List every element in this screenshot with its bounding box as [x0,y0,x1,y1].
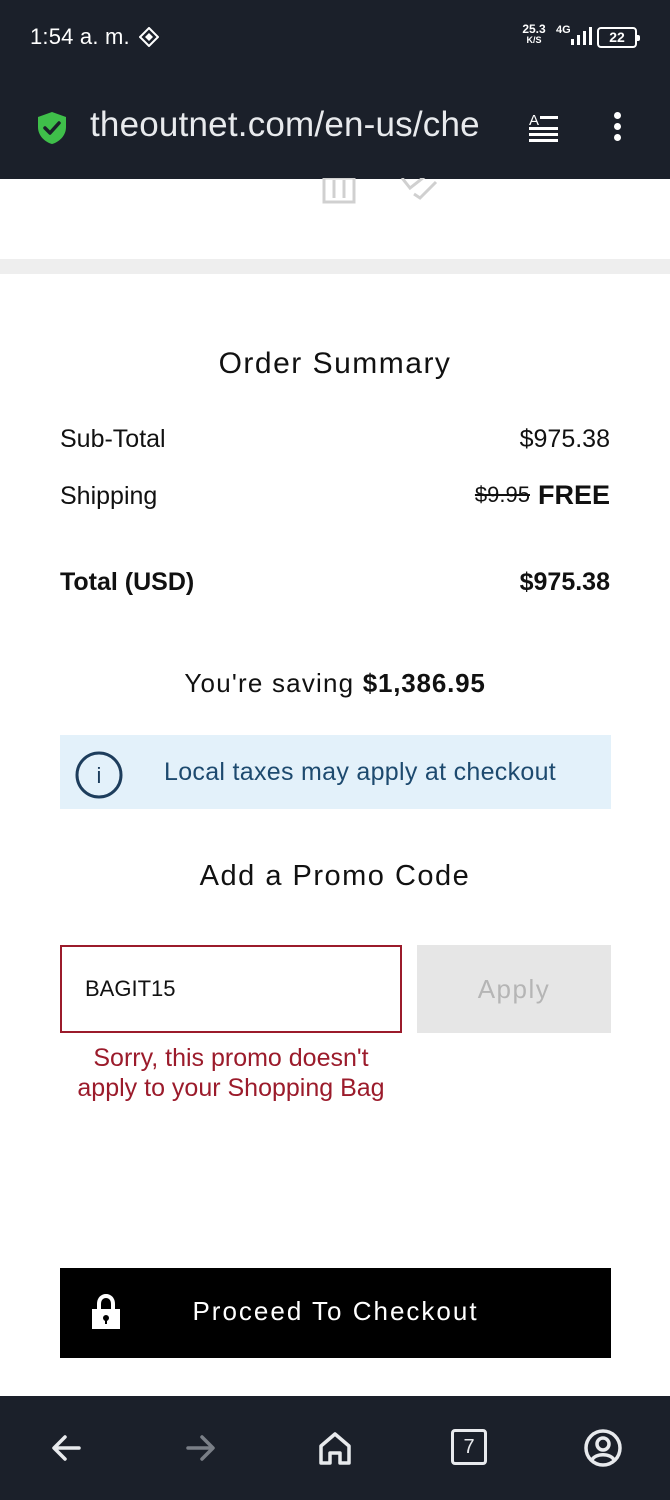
savings-amount: $1,386.95 [362,668,486,698]
shipping-free-label: FREE [537,480,610,510]
tab-switcher-button[interactable]: 7 [451,1429,487,1465]
promo-code-input[interactable] [60,945,402,1033]
total-label: Total (USD) [60,568,195,596]
status-bar: 1:54 a. m. 25.3 K/S 4G 22 [0,0,670,78]
bag-item-actions-partial [322,178,438,204]
forward-arrow-icon[interactable] [178,1426,222,1470]
tax-notice-text: Local taxes may apply at checkout [164,758,557,786]
back-arrow-icon[interactable] [45,1426,89,1470]
savings-text: You're saving $1,386.95 [184,668,486,698]
lock-icon [92,1294,120,1329]
promo-code-title: Add a Promo Code [199,860,471,892]
proceed-to-checkout-button[interactable] [60,1268,611,1358]
order-summary-title: Order Summary [218,347,452,380]
network-type: 4G [556,24,571,36]
section-divider [0,259,670,274]
network-speed: 25.3 K/S [522,22,546,45]
status-time: 1:54 a. m. [30,24,130,49]
svg-text:i: i [97,763,102,788]
translate-icon[interactable]: A [527,110,561,144]
subtotal-value: $975.38 [519,425,610,453]
shipping-value: $9.95 FREE [475,480,610,511]
apply-promo-button[interactable]: Apply [417,945,611,1033]
info-icon: i [75,751,123,799]
more-options-icon[interactable] [606,110,630,144]
shipping-original-price: $9.95 [474,482,530,507]
svg-text:A: A [529,112,539,129]
subtotal-label: Sub-Total [60,425,166,453]
url-field[interactable]: theoutnet.com/en-us/che [90,105,505,145]
signal-icon [571,27,592,45]
total-value: $975.38 [519,568,610,596]
binance-icon [139,27,159,47]
shipping-label: Shipping [60,482,158,510]
promo-error-message: Sorry, this promo doesn't apply to your … [77,1044,385,1102]
account-icon[interactable] [581,1426,625,1470]
battery-indicator: 22 [597,27,640,48]
secure-shield-icon[interactable] [36,111,68,145]
home-icon[interactable] [313,1426,357,1470]
